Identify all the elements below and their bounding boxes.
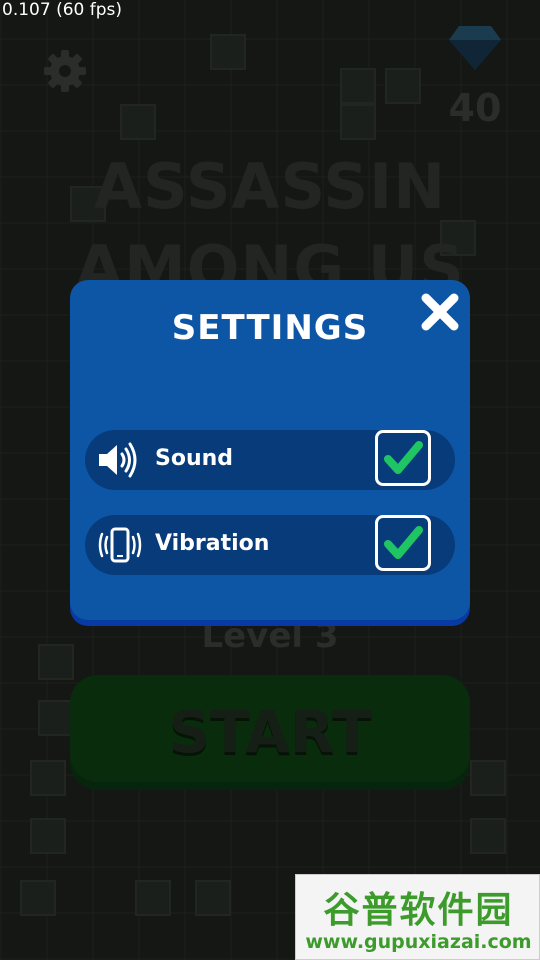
sound-label: Sound [155, 446, 234, 471]
checkmark-icon [384, 441, 423, 474]
close-icon[interactable] [420, 292, 460, 332]
watermark: 谷普软件园 www.gupuxiazai.com [295, 874, 540, 960]
sound-checkbox[interactable] [375, 430, 431, 486]
checkmark-icon [384, 526, 423, 559]
dialog-title: SETTINGS [171, 308, 369, 348]
phone-vibrate-icon [97, 527, 143, 563]
watermark-text: 谷普软件园 [323, 890, 514, 931]
watermark-url: www.gupuxiazai.com [305, 931, 532, 953]
fps-counter: 0.107 (60 fps) [2, 0, 123, 20]
sound-option-row: Sound [85, 430, 455, 490]
vibration-label: Vibration [155, 531, 270, 556]
vibration-checkbox[interactable] [375, 515, 431, 571]
settings-dialog: SETTINGS Sound Vibration [70, 280, 470, 620]
vibration-option-row: Vibration [85, 515, 455, 575]
speaker-icon [97, 442, 143, 478]
